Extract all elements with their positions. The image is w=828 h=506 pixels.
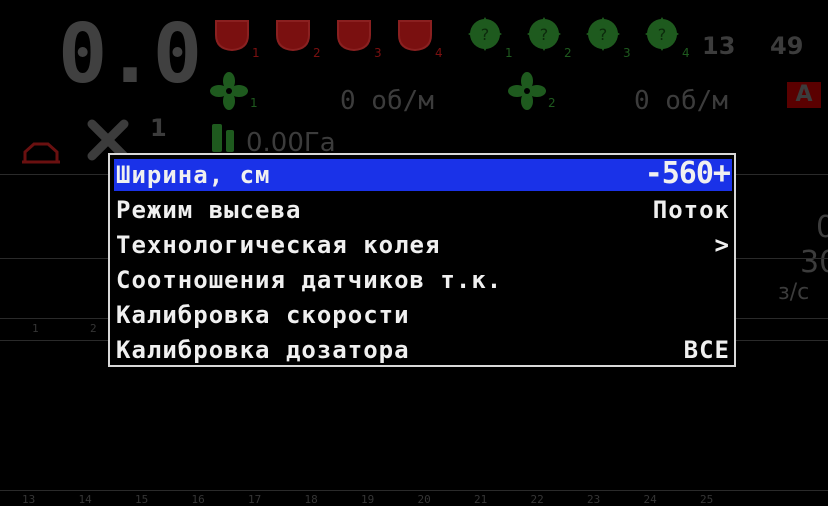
- sensor-3-index: 3: [623, 46, 631, 60]
- sensor-1-index: 1: [505, 46, 513, 60]
- section-number: 1: [150, 114, 167, 142]
- fan-1-index: 1: [250, 96, 258, 110]
- alarm-badge: A: [787, 82, 821, 108]
- menu-item-tramline[interactable]: Технологическая колея >: [114, 229, 732, 261]
- bottom-ruler-label: 14: [78, 493, 92, 506]
- bottom-ruler-label: 21: [474, 493, 488, 506]
- hopper-2-icon: [275, 17, 311, 53]
- menu-item-label: Технологическая колея: [116, 231, 441, 259]
- width-stepper[interactable]: -560+: [645, 158, 731, 190]
- sensor-4-index: 4: [682, 46, 690, 60]
- svg-text:?: ?: [481, 25, 490, 44]
- right-value-2: 30: [800, 245, 828, 280]
- menu-item-label: Ширина, см: [116, 161, 271, 189]
- sensor-4-icon: ?: [644, 16, 680, 52]
- top-counter-b: 49: [770, 32, 804, 60]
- sensor-3-icon: ?: [585, 16, 621, 52]
- svg-text:?: ?: [658, 25, 667, 44]
- bottom-ruler-label: 20: [417, 493, 431, 506]
- row-label: 1: [32, 322, 39, 335]
- menu-item-sensor-ratio[interactable]: Соотношения датчиков т.к.: [114, 264, 732, 296]
- menu-item-speed-calibration[interactable]: Калибровка скорости: [114, 299, 732, 331]
- svg-text:?: ?: [540, 25, 549, 44]
- bottom-ruler-label: 15: [135, 493, 149, 506]
- menu-item-seeding-mode[interactable]: Режим высева Поток: [114, 194, 732, 226]
- right-value-unit: з/с: [778, 280, 810, 305]
- bottom-ruler-label: 22: [530, 493, 544, 506]
- fan-2-icon: [508, 72, 546, 110]
- right-value-1: 0: [816, 210, 828, 245]
- hopper-4-index: 4: [435, 46, 443, 60]
- fan-1-icon: [210, 72, 248, 110]
- bottom-ruler-line: [0, 490, 828, 491]
- speed-readout: 0.0: [58, 7, 202, 102]
- bottom-ruler-label: 25: [700, 493, 714, 506]
- bottom-ruler-label: 16: [191, 493, 205, 506]
- hopper-3-icon: [336, 17, 372, 53]
- menu-item-label: Соотношения датчиков т.к.: [116, 266, 503, 294]
- bottom-ruler-label: 13: [22, 493, 36, 506]
- menu-item-label: Режим высева: [116, 196, 302, 224]
- bottom-ruler-label: 17: [248, 493, 262, 506]
- top-counter-a: 13: [702, 32, 736, 60]
- hopper-1-icon: [214, 17, 250, 53]
- svg-text:?: ?: [599, 25, 608, 44]
- settings-menu: Ширина, см -560+ Режим высева Поток Техн…: [108, 153, 736, 367]
- bottom-ruler-label: 23: [587, 493, 601, 506]
- hopper-1-index: 1: [252, 46, 260, 60]
- menu-item-label: Калибровка дозатора: [116, 336, 410, 364]
- menu-item-value: ВСЕ: [683, 336, 730, 364]
- chevron-right-icon: >: [714, 231, 730, 259]
- fan-1-rpm: 0 об/м: [340, 86, 434, 116]
- sensor-2-icon: ?: [526, 16, 562, 52]
- bottom-ruler-label: 19: [361, 493, 375, 506]
- menu-item-width[interactable]: Ширина, см -560+: [114, 158, 732, 191]
- tractor-icon: [22, 140, 60, 170]
- bottom-ruler-label: 24: [643, 493, 657, 506]
- hopper-4-icon: [397, 17, 433, 53]
- sensor-1-icon: ?: [467, 16, 503, 52]
- row-label: 2: [90, 322, 97, 335]
- bottom-ruler-label: 18: [304, 493, 318, 506]
- menu-item-value: Поток: [652, 196, 730, 224]
- fan-2-rpm: 0 об/м: [634, 86, 728, 116]
- menu-item-label: Калибровка скорости: [116, 301, 410, 329]
- fan-2-index: 2: [548, 96, 556, 110]
- menu-item-meter-calibration[interactable]: Калибровка дозатора ВСЕ: [114, 334, 732, 366]
- sensor-2-index: 2: [564, 46, 572, 60]
- hopper-3-index: 3: [374, 46, 382, 60]
- hopper-2-index: 2: [313, 46, 321, 60]
